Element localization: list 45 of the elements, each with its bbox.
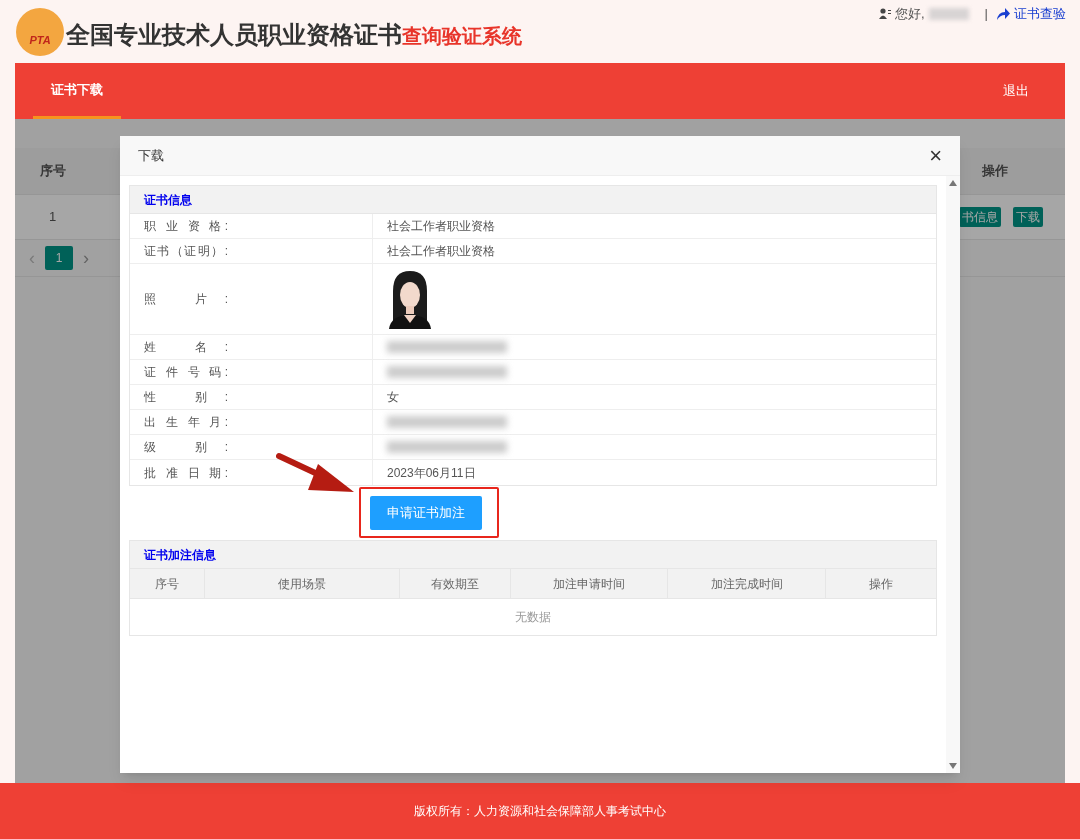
field-value: 2023年06月11日 [387, 464, 476, 482]
table-cell-text: 1 [47, 208, 58, 227]
share-arrow-icon [996, 7, 1010, 21]
greeting-text: 您好, [895, 5, 925, 23]
field-value: 社会工作者职业资格 [387, 243, 495, 260]
logout-link[interactable]: 退出 [1003, 81, 1029, 101]
verify-link[interactable]: 证书查验 [1014, 4, 1066, 24]
field-value: 社会工作者职业资格 [387, 218, 495, 235]
column-header: 序号 [130, 569, 205, 598]
field-label: 批 准 日 期: [144, 464, 228, 482]
field-label: 姓 名: [144, 339, 228, 356]
section-title: 证书加注信息 [144, 546, 216, 564]
field-label: 证书（证明）: [144, 243, 228, 260]
column-header: 加注完成时间 [668, 569, 826, 598]
field-label: 性 别: [144, 389, 228, 406]
logo: PTA [16, 8, 64, 56]
column-header: 序号 [38, 162, 67, 181]
column-header: 操作 [868, 575, 894, 593]
column-header: 有效期至 [400, 569, 511, 598]
site-subtitle: 查询验证系统 [402, 25, 522, 49]
field-label: 级 别: [144, 439, 228, 456]
page-button[interactable]: 1 [45, 246, 73, 270]
action-button[interactable]: 书信息 [959, 207, 1001, 227]
dialog-title: 下载 [138, 146, 164, 165]
section-title: 证书信息 [144, 191, 192, 209]
field-label: 照 片: [144, 291, 228, 308]
user-icon [879, 8, 891, 20]
empty-message: 无数据 [515, 609, 551, 626]
separator-text: | [984, 5, 988, 23]
next-page-button[interactable]: › [83, 244, 89, 272]
apply-button[interactable]: 申请证书加注 [370, 496, 482, 530]
field-label: 证 件 号 码: [144, 364, 228, 381]
scroll-down-icon[interactable] [949, 763, 957, 769]
close-button[interactable]: × [929, 144, 942, 167]
field-label: 职 业 资 格: [144, 218, 228, 235]
prev-page-button[interactable]: ‹ [29, 244, 35, 272]
column-header: 操作 [981, 162, 1009, 181]
column-header: 加注申请时间 [511, 569, 668, 598]
copyright-text: 版权所有：人力资源和社会保障部人事考试中心 [414, 803, 666, 820]
action-button[interactable]: 下载 [1013, 207, 1043, 227]
scroll-up-icon[interactable] [949, 180, 957, 186]
field-value: 女 [387, 389, 399, 406]
site-title: 全国专业技术人员职业资格证书 [66, 20, 402, 50]
column-header: 使用场景 [205, 569, 400, 598]
field-label: 出 生 年 月: [144, 414, 228, 431]
